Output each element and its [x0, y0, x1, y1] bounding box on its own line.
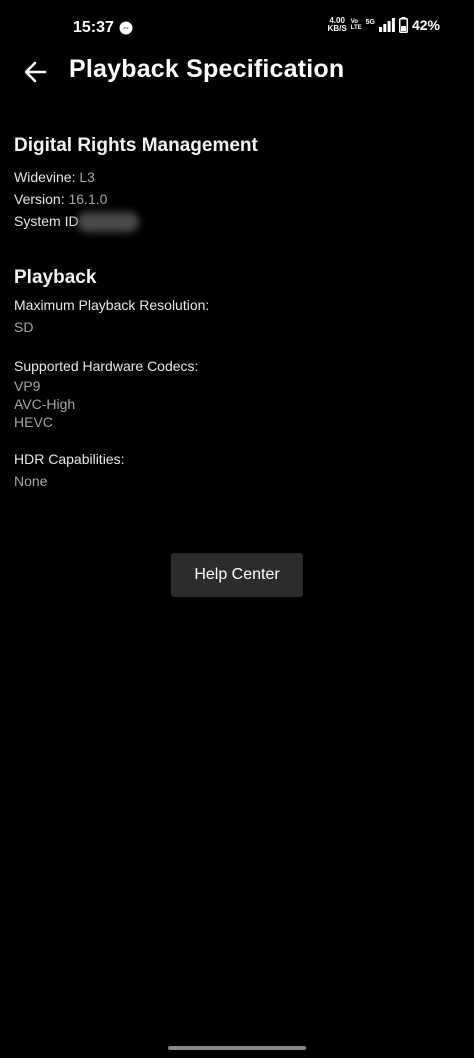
codec-item: AVC-High — [14, 396, 76, 413]
widevine-row: Widevine: L3 — [14, 166, 454, 188]
codecs-label: Supported Hardware Codecs: — [14, 358, 199, 375]
codec-item: VP9 — [14, 378, 41, 395]
volte-bottom: LTE — [350, 25, 362, 31]
signal-icon — [378, 18, 395, 32]
system-id-redacted — [76, 212, 139, 233]
playback-section-title: Playback — [14, 267, 97, 289]
page-title: Playback Specification — [69, 55, 345, 83]
status-time: 15:37 — [73, 19, 114, 36]
codec-item: HEVC — [14, 414, 53, 431]
battery-percent: 42% — [411, 17, 440, 33]
drm-section-title: Digital Rights Management — [14, 135, 258, 156]
max-resolution-label: Maximum Playback Resolution: — [14, 297, 210, 314]
back-button[interactable] — [18, 57, 54, 87]
version-label: Version: — [14, 191, 65, 207]
content: Digital Rights Management Widevine: L3 V… — [14, 133, 454, 490]
messenger-icon — [119, 21, 133, 35]
status-indicators: 4.00 KB/S Vo LTE 5G 42% — [328, 17, 440, 33]
network-speed: 4.00 KB/S — [328, 17, 347, 33]
system-id-label: System ID — [14, 213, 79, 229]
volte-indicator: Vo LTE — [351, 19, 362, 31]
version-row: Version: 16.1.0 — [14, 188, 454, 210]
help-center-button[interactable]: Help Center — [171, 553, 303, 597]
system-id-row: System ID — [14, 210, 454, 233]
widevine-value: L3 — [79, 169, 95, 185]
fiveg-indicator: 5G — [365, 19, 375, 26]
hdr-value: None — [14, 473, 48, 490]
widevine-label: Widevine: — [14, 169, 76, 185]
app-header: Playback Specification — [0, 48, 474, 96]
hdr-label: HDR Capabilities: — [14, 451, 125, 468]
network-speed-unit: KB/S — [327, 24, 347, 33]
arrow-left-icon — [24, 61, 47, 83]
battery-icon — [398, 17, 408, 33]
max-resolution-value: SD — [14, 319, 34, 336]
version-value: 16.1.0 — [68, 191, 108, 207]
gesture-bar[interactable] — [168, 1046, 306, 1050]
